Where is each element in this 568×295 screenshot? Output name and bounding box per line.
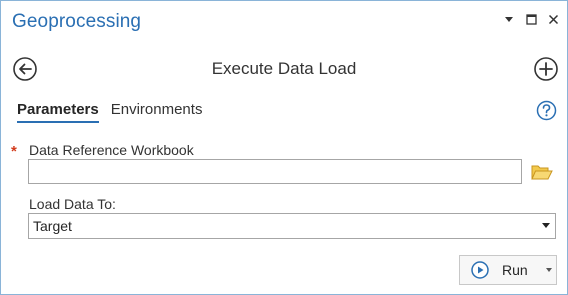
help-icon — [536, 100, 557, 121]
workbook-label: Data Reference Workbook — [29, 142, 194, 158]
pane-titlebar: Geoprocessing — [1, 1, 567, 41]
pane-title: Geoprocessing — [12, 11, 142, 32]
close-icon[interactable] — [547, 13, 559, 25]
tab-strip: Parameters Environments — [17, 101, 202, 123]
browse-button[interactable] — [531, 162, 553, 182]
tab-environments[interactable]: Environments — [111, 101, 203, 123]
tool-header: Execute Data Load — [1, 53, 567, 85]
chevron-down-icon — [542, 223, 550, 228]
add-button[interactable] — [533, 56, 559, 82]
tool-title: Execute Data Load — [211, 59, 357, 78]
load-to-label: Load Data To: — [29, 196, 116, 212]
run-label: Run — [502, 262, 528, 278]
required-marker: * — [11, 143, 17, 160]
run-button[interactable]: Run — [459, 255, 557, 285]
play-icon — [471, 261, 489, 279]
add-circle-icon — [534, 57, 558, 81]
maximize-icon[interactable] — [525, 13, 537, 25]
window-controls — [503, 13, 559, 25]
geoprocessing-pane: Geoprocessing Execute Data Load Paramete… — [0, 0, 568, 295]
help-button[interactable] — [536, 100, 557, 121]
workbook-input[interactable] — [28, 159, 522, 184]
load-to-select[interactable]: Target — [28, 213, 556, 239]
menu-dropdown-icon[interactable] — [503, 13, 515, 25]
folder-icon — [531, 165, 553, 180]
run-dropdown-icon[interactable] — [546, 268, 552, 272]
tab-parameters[interactable]: Parameters — [17, 101, 99, 123]
load-to-value: Target — [33, 218, 72, 234]
